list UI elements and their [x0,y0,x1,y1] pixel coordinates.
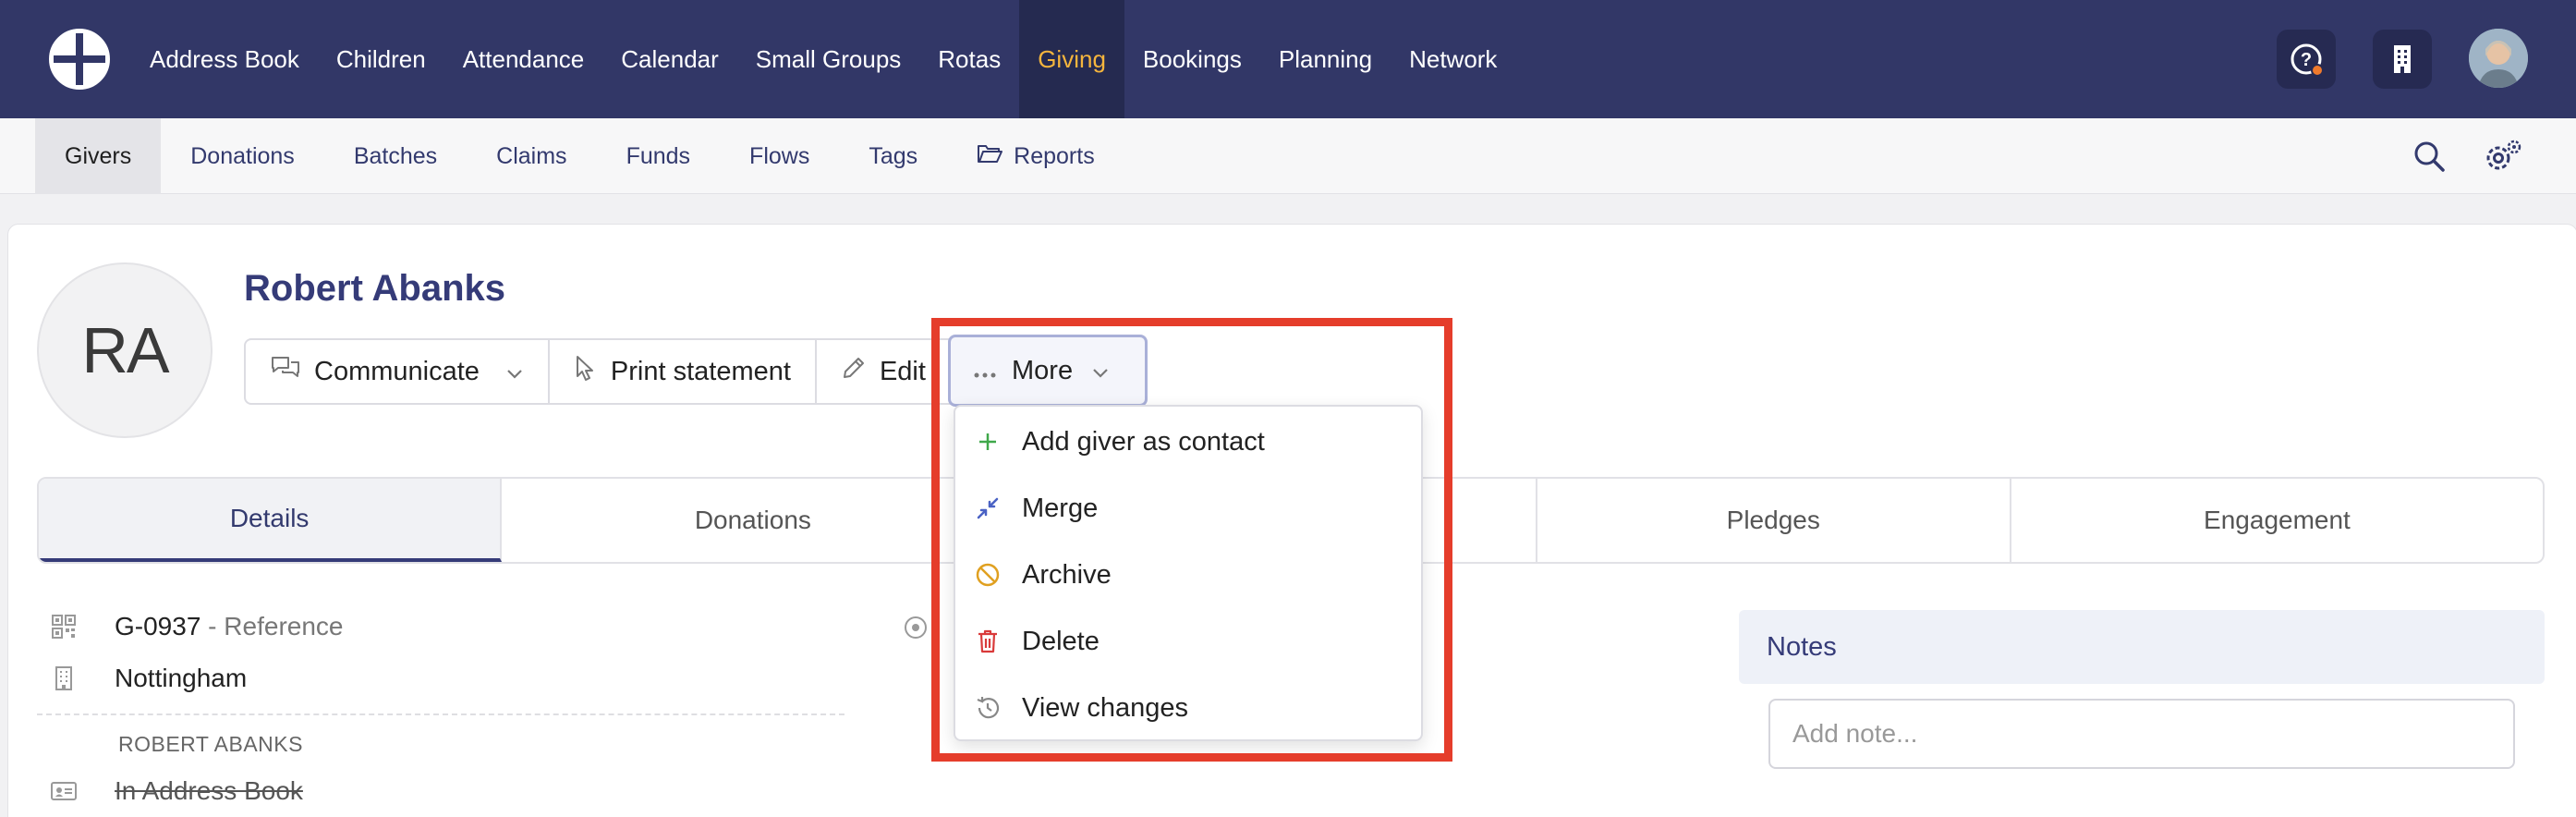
address-book-row: In Address Book [50,776,303,806]
communicate-label: Communicate [314,356,480,386]
menu-item-label: Merge [1022,493,1099,523]
nav-item-network[interactable]: Network [1391,0,1515,118]
menu-item-label: Delete [1022,626,1100,656]
edit-button[interactable]: Edit [817,340,955,403]
nav-item-calendar[interactable]: Calendar [602,0,737,118]
subnav-label: Batches [353,142,438,169]
app-logo-icon[interactable] [48,28,111,91]
svg-text:?: ? [2301,50,2312,70]
nav-item-rotas[interactable]: Rotas [919,0,1019,118]
menu-item-delete[interactable]: Delete [974,619,1100,664]
plus-icon [974,428,1002,456]
subnav-label: Tags [869,142,918,169]
notes-header: Notes [1739,610,2545,684]
target-icon [902,614,930,641]
subnav-item-tags[interactable]: Tags [839,118,947,194]
more-dropdown-menu: Add giver as contact Merge Archive Delet… [954,405,1423,741]
address-book-status: In Address Book [115,776,303,805]
edit-label: Edit [879,356,926,386]
subnav-label: Givers [65,142,132,169]
contact-card-icon [50,777,78,805]
nav-item-planning[interactable]: Planning [1260,0,1391,118]
more-label: More [1012,355,1074,385]
subnav-item-flows[interactable]: Flows [720,118,839,194]
merge-icon [974,494,1002,522]
search-icon[interactable] [2408,135,2450,177]
notes-title: Notes [1767,631,1837,662]
section-label: ROBERT ABANKS [118,732,303,756]
add-note-input[interactable] [1768,699,2515,769]
avatar-initials: RA [81,314,169,386]
building-outline-icon [50,665,78,692]
history-icon [974,694,1002,722]
subnav-item-claims[interactable]: Claims [467,118,596,194]
print-statement-button[interactable]: Print statement [550,340,817,403]
nav-item-giving[interactable]: Giving [1019,0,1124,118]
subnav-item-donations[interactable]: Donations [161,118,324,194]
nav-item-bookings[interactable]: Bookings [1124,0,1260,118]
page-title: Robert Abanks [244,268,506,309]
subnav-item-batches[interactable]: Batches [324,118,467,194]
user-avatar[interactable] [2469,29,2528,88]
menu-item-archive[interactable]: Archive [974,553,1112,597]
print-statement-label: Print statement [610,356,791,386]
chevron-down-icon [505,357,524,387]
nav-item-small-groups[interactable]: Small Groups [737,0,920,118]
pencil-icon [841,355,867,388]
sub-navigation: Givers Donations Batches Claims Funds Fl… [0,118,2576,194]
menu-item-view-changes[interactable]: View changes [974,686,1188,730]
reference-id: G-0937 [115,612,201,640]
nav-item-attendance[interactable]: Attendance [444,0,603,118]
avatar: RA [37,262,213,438]
menu-item-label: View changes [1022,692,1189,723]
communicate-button[interactable]: Communicate [246,340,550,403]
reference-label: Reference [224,612,344,640]
menu-item-add-giver-as-contact[interactable]: Add giver as contact [974,420,1265,464]
top-navigation: Address Book Children Attendance Calenda… [0,0,2576,118]
more-button[interactable]: More [948,335,1148,407]
subnav-label: Claims [496,142,567,169]
menu-item-label: Archive [1022,559,1112,590]
tab-engagement[interactable]: Engagement [2011,479,2543,562]
chat-bubbles-icon [270,354,301,389]
subnav-label: Flows [749,142,810,169]
chevron-down-icon [1091,356,1110,386]
menu-item-merge[interactable]: Merge [974,486,1098,530]
reference-separator: - [200,612,225,640]
subnav-item-funds[interactable]: Funds [597,118,720,194]
nav-item-children[interactable]: Children [318,0,444,118]
settings-icon[interactable] [2482,135,2524,177]
action-button-group: Communicate Print statement Edit [244,338,957,405]
subnav-item-reports[interactable]: Reports [947,118,1124,194]
top-nav-items: Address Book Children Attendance Calenda… [131,0,1515,118]
subnav-label: Funds [626,142,691,169]
city-value: Nottingham [115,664,248,692]
city-row: Nottingham [50,664,247,693]
tab-pledges[interactable]: Pledges [1537,479,2011,562]
help-icon[interactable]: ? [2277,30,2336,89]
ellipsis-icon [973,356,997,386]
reference-value: G-0937 - Reference [115,612,343,641]
cursor-pointer-icon [574,354,598,389]
subnav-label: Reports [1014,142,1095,169]
reference-row: G-0937 - Reference [50,612,343,641]
qr-code-icon [50,613,78,640]
subnav-item-givers[interactable]: Givers [35,118,162,194]
archive-icon [974,561,1002,589]
building-icon[interactable] [2373,30,2432,89]
menu-item-label: Add giver as contact [1022,426,1265,457]
details-divider [37,713,844,715]
tab-details[interactable]: Details [39,479,503,562]
folder-open-icon [977,142,1003,171]
subnav-label: Donations [190,142,295,169]
trash-icon [974,628,1002,655]
sub-nav-items: Givers Donations Batches Claims Funds Fl… [35,118,1124,194]
nav-item-address-book[interactable]: Address Book [131,0,318,118]
tab-donations[interactable]: Donations [502,479,1006,562]
